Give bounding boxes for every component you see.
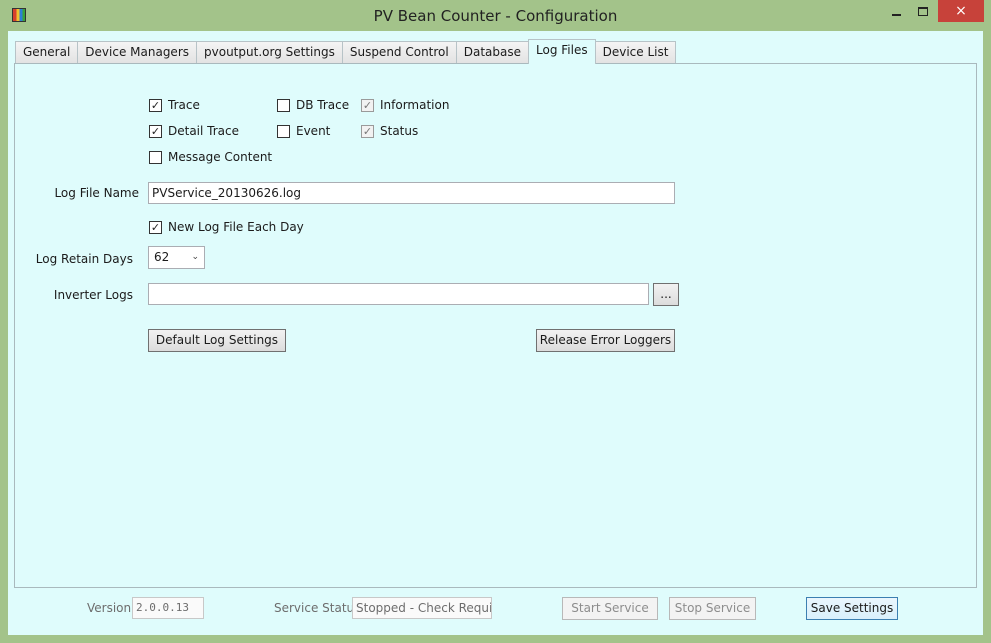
detail-trace-label: Detail Trace [168,124,239,138]
stop-service-button[interactable]: Stop Service [669,597,756,620]
save-settings-button[interactable]: Save Settings [806,597,898,620]
tab-strip: General Device Managers pvoutput.org Set… [15,39,677,64]
trace-label: Trace [168,98,200,112]
information-checkbox[interactable]: ✓ Information [361,97,449,113]
new-log-each-day-label: New Log File Each Day [168,220,304,234]
version-label: Version [87,601,132,615]
tab-device-managers[interactable]: Device Managers [77,41,198,64]
information-label: Information [380,98,450,112]
log-file-name-input[interactable]: PVService_20130626.log [148,182,675,204]
detail-trace-checkbox[interactable]: ✓ Detail Trace [149,123,239,139]
tab-pvoutput-settings[interactable]: pvoutput.org Settings [196,41,343,64]
minimize-button[interactable] [883,0,909,22]
log-retain-days-select[interactable]: 62 ⌄ [148,246,205,269]
service-status-value: Stopped - Check Required [352,597,492,619]
close-button[interactable]: × [938,0,984,22]
check-icon: ✓ [361,124,374,138]
tab-general[interactable]: General [15,41,79,64]
tab-device-list[interactable]: Device List [594,41,677,64]
db-trace-checkbox[interactable]: DB Trace [277,97,349,113]
minimize-icon [891,14,901,16]
close-icon: × [955,3,967,19]
maximize-button[interactable] [910,0,936,22]
client-area: General Device Managers pvoutput.org Set… [8,31,983,635]
log-file-name-label: Log File Name [54,186,139,200]
status-label: Status [380,124,419,138]
message-content-checkbox[interactable]: Message Content [149,149,272,165]
new-log-each-day-checkbox[interactable]: ✓ New Log File Each Day [149,219,304,235]
check-icon: ✓ [149,98,162,112]
check-icon [149,150,162,164]
tab-database[interactable]: Database [455,41,529,64]
version-value: 2.0.0.13 [132,597,204,619]
maximize-icon [918,6,928,16]
check-icon [277,124,290,138]
db-trace-label: DB Trace [296,98,350,112]
check-icon: ✓ [361,98,374,112]
release-error-loggers-button[interactable]: Release Error Loggers [536,329,675,352]
start-service-button[interactable]: Start Service [562,597,658,620]
check-icon: ✓ [149,220,162,234]
inverter-logs-label: Inverter Logs [53,288,133,302]
log-files-panel: ✓ Trace ✓ Detail Trace Message Content D… [14,63,977,588]
tab-suspend-control[interactable]: Suspend Control [341,41,457,64]
status-checkbox[interactable]: ✓ Status [361,123,418,139]
tab-log-files[interactable]: Log Files [528,39,596,64]
log-retain-days-label: Log Retain Days [35,252,133,266]
check-icon [277,98,290,112]
app-window: PV Bean Counter - Configuration × Genera… [0,0,991,643]
browse-button[interactable]: ... [653,283,679,306]
event-checkbox[interactable]: Event [277,123,330,139]
chevron-down-icon: ⌄ [191,252,199,262]
log-retain-days-value: 62 [154,250,170,264]
window-title: PV Bean Counter - Configuration [373,7,618,25]
check-icon: ✓ [149,124,162,138]
message-content-label: Message Content [168,150,273,164]
event-label: Event [296,124,331,138]
trace-checkbox[interactable]: ✓ Trace [149,97,200,113]
inverter-logs-input[interactable] [148,283,649,305]
service-status-label: Service Status [274,601,361,615]
default-log-settings-button[interactable]: Default Log Settings [148,329,286,352]
